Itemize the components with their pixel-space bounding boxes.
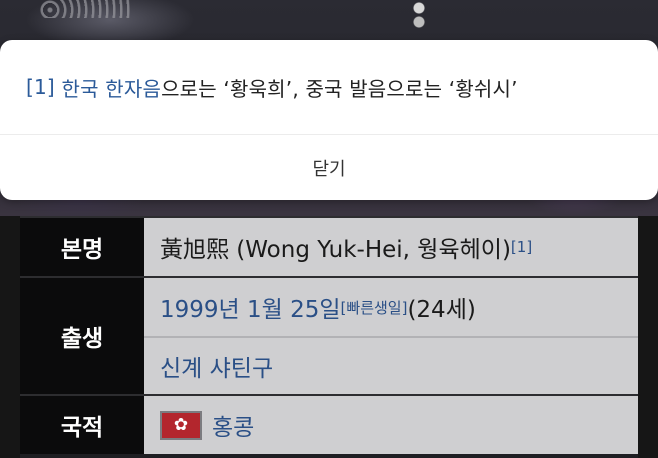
page-margin-right — [638, 216, 658, 458]
photo-lace-detail — [40, 0, 130, 18]
infobox-row-birth: 출생 1999년 1월 25일 [빠른생일] (24세) 신계 샤틴구 — [20, 276, 638, 394]
reference-popup: [1] 한국 한자음 으로는 ‘황욱희’, 중국 발음으로는 ‘황쉬시’ 닫기 — [0, 40, 658, 200]
infobox-table: 본명 黃旭熙 (Wong Yuk-Hei, 웡육헤이) [1] 출생 1999년 … — [20, 216, 638, 454]
birth-date-note-link[interactable]: [빠른생일] — [341, 297, 408, 318]
birth-place-link[interactable]: 신계 샤틴구 — [160, 349, 273, 383]
korean-hanja-link[interactable]: 한국 한자음 — [62, 73, 162, 102]
age-value: (24세) — [407, 297, 476, 323]
infobox-cell-name: 黃旭熙 (Wong Yuk-Hei, 웡육헤이) [1] — [144, 218, 638, 276]
infobox-header-nationality: 국적 — [20, 396, 144, 454]
close-button[interactable]: 닫기 — [0, 135, 658, 200]
photo-beads-detail — [410, 0, 428, 30]
nationality-link[interactable]: 홍콩 — [212, 408, 254, 442]
infobox-cell-birth: 1999년 1월 25일 [빠른생일] (24세) 신계 샤틴구 — [144, 278, 638, 394]
reference-marker[interactable]: [1] — [26, 75, 55, 99]
infobox-row-name: 본명 黃旭熙 (Wong Yuk-Hei, 웡육헤이) [1] — [20, 216, 638, 276]
reference-popup-text: [1] 한국 한자음 으로는 ‘황욱희’, 중국 발음으로는 ‘황쉬시’ — [0, 40, 658, 134]
page-margin-left — [0, 216, 20, 458]
reference-text: 으로는 ‘황욱희’, 중국 발음으로는 ‘황쉬시’ — [161, 76, 518, 101]
real-name-value: 黃旭熙 (Wong Yuk-Hei, 웡육헤이) — [160, 237, 511, 263]
infobox-header-name: 본명 — [20, 218, 144, 276]
reference-link[interactable]: [1] — [511, 238, 532, 256]
hong-kong-flag-icon — [160, 410, 202, 440]
infobox-cell-nationality: 홍콩 — [144, 396, 638, 454]
birth-date-link[interactable]: 1999년 1월 25일 — [160, 290, 341, 324]
infobox-header-birth: 출생 — [20, 278, 144, 394]
infobox-row-nationality: 국적 홍콩 — [20, 394, 638, 454]
